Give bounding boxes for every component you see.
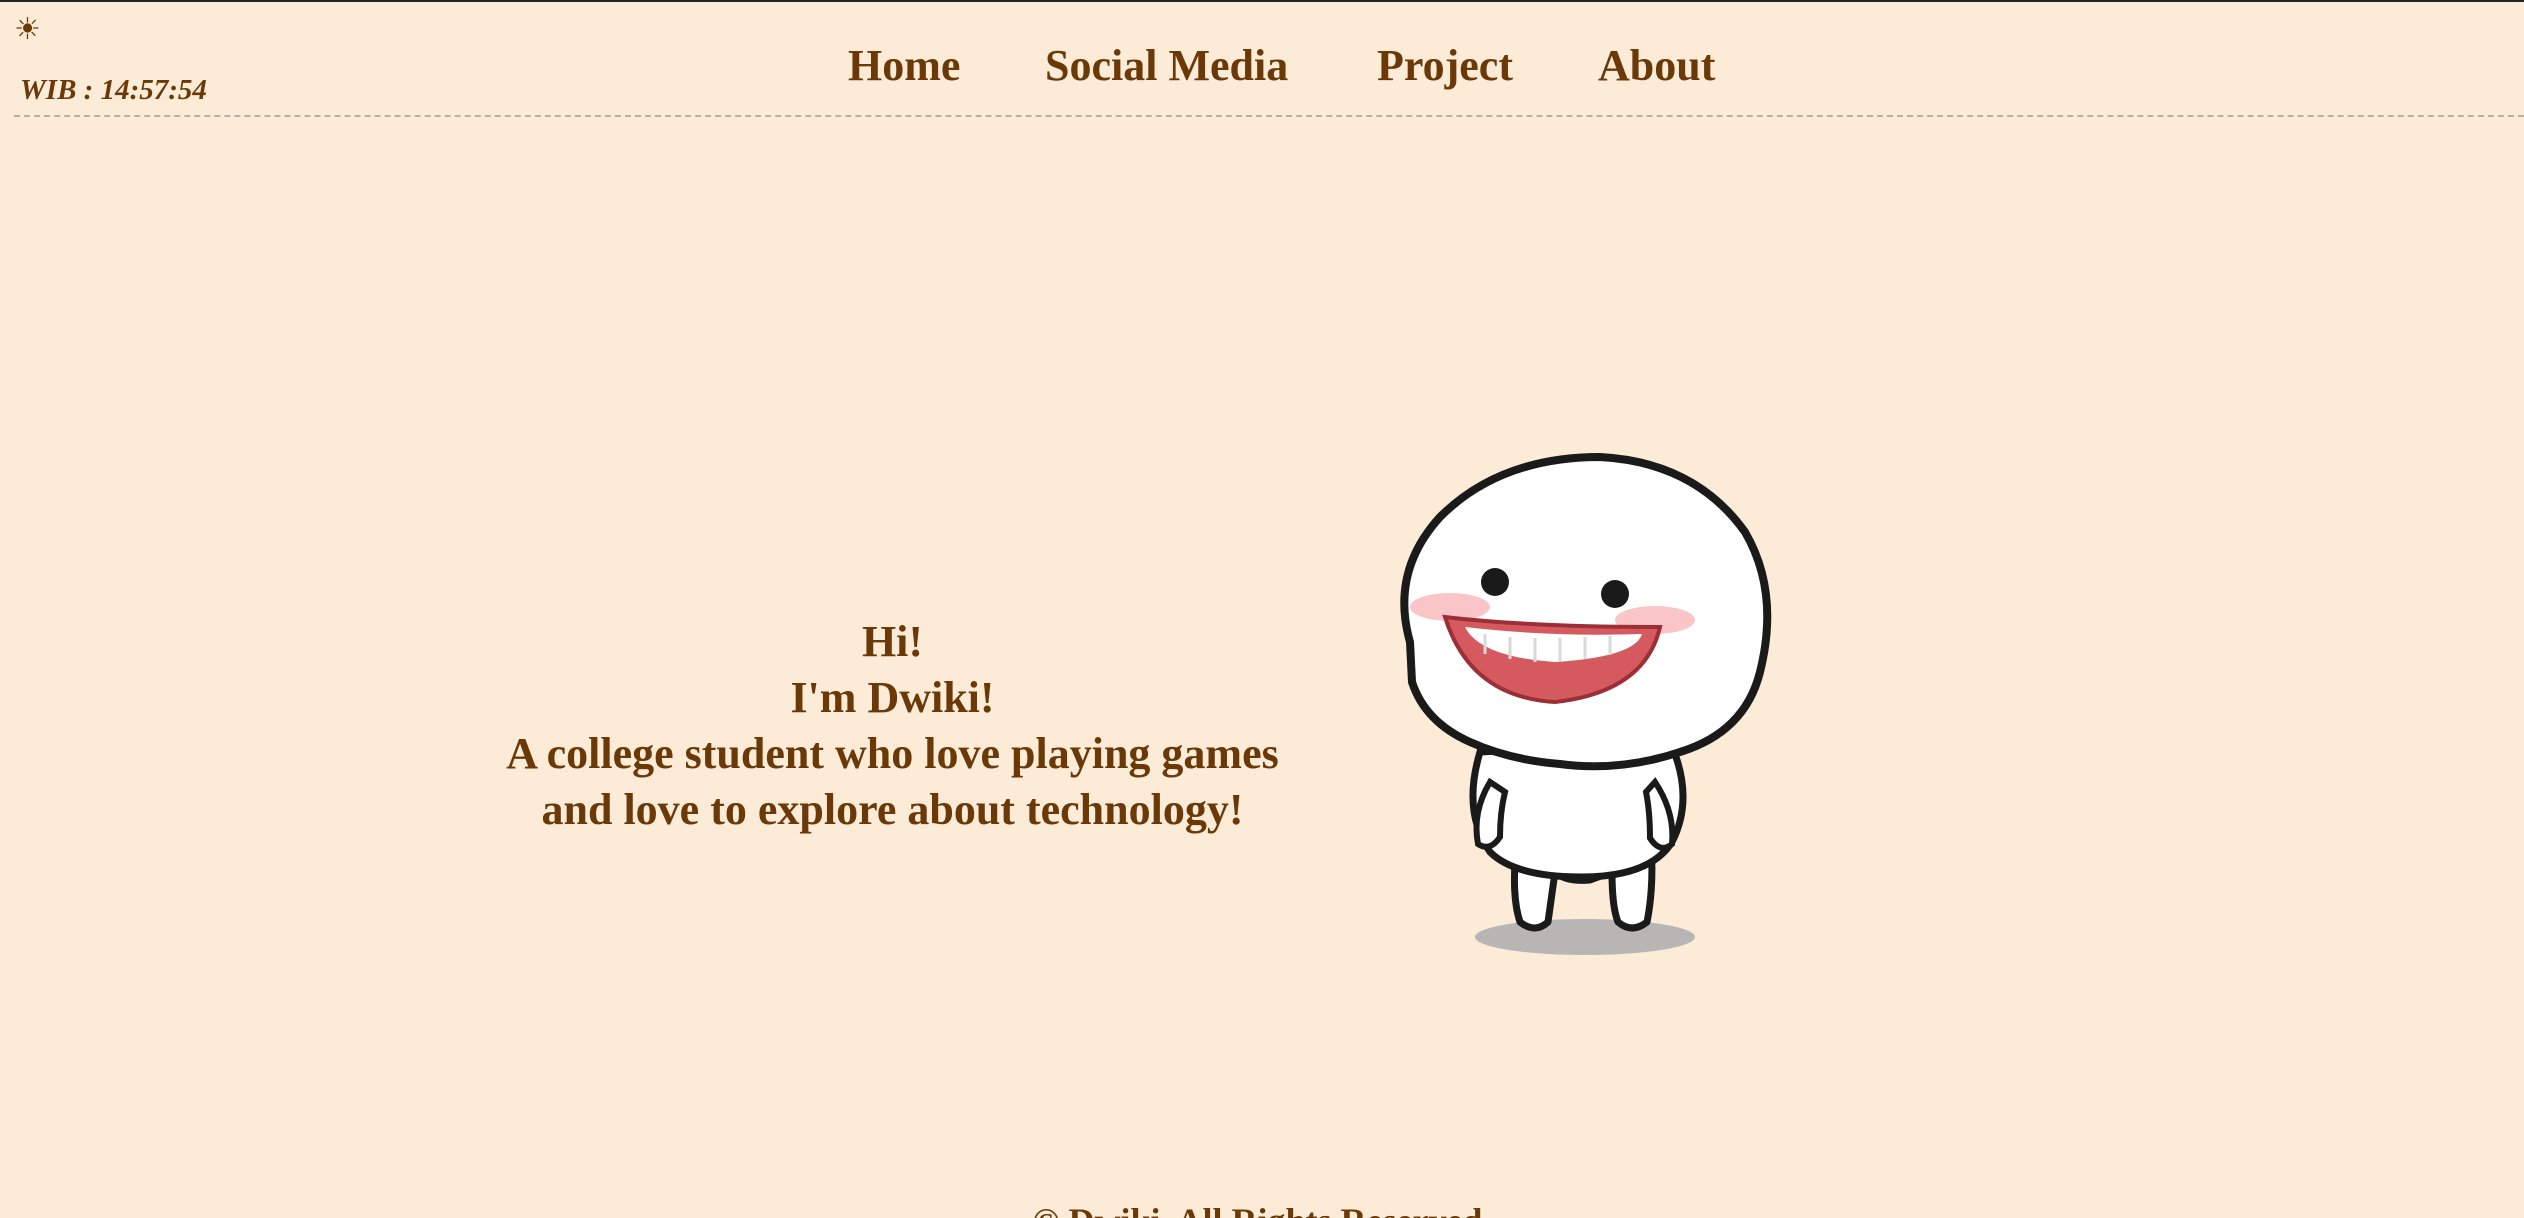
hero-description-line-2: and love to explore about technology! xyxy=(541,785,1244,834)
footer-copyright: © Dwiki. All Rights Reserved. xyxy=(0,1200,2524,1218)
header-divider xyxy=(14,115,2524,117)
nav-home-link[interactable]: Home xyxy=(848,38,960,94)
nav-project-link[interactable]: Project xyxy=(1377,38,1513,94)
nav-social-media-link[interactable]: Social Media xyxy=(1045,38,1288,94)
hero-name: I'm Dwiki! xyxy=(790,673,995,722)
main-nav: Home Social Media Project About xyxy=(0,38,2524,98)
hero-greeting: Hi! xyxy=(861,617,924,666)
hero-intro: Hi! I'm Dwiki! A college student who lov… xyxy=(440,614,1345,838)
smiling-character-image xyxy=(1400,452,1772,955)
nav-about-link[interactable]: About xyxy=(1598,38,1715,94)
hero-description-line-1: A college student who love playing games xyxy=(506,729,1279,778)
page: ☀ WIB : 14:57:54 Home Social Media Proje… xyxy=(0,0,2524,1218)
